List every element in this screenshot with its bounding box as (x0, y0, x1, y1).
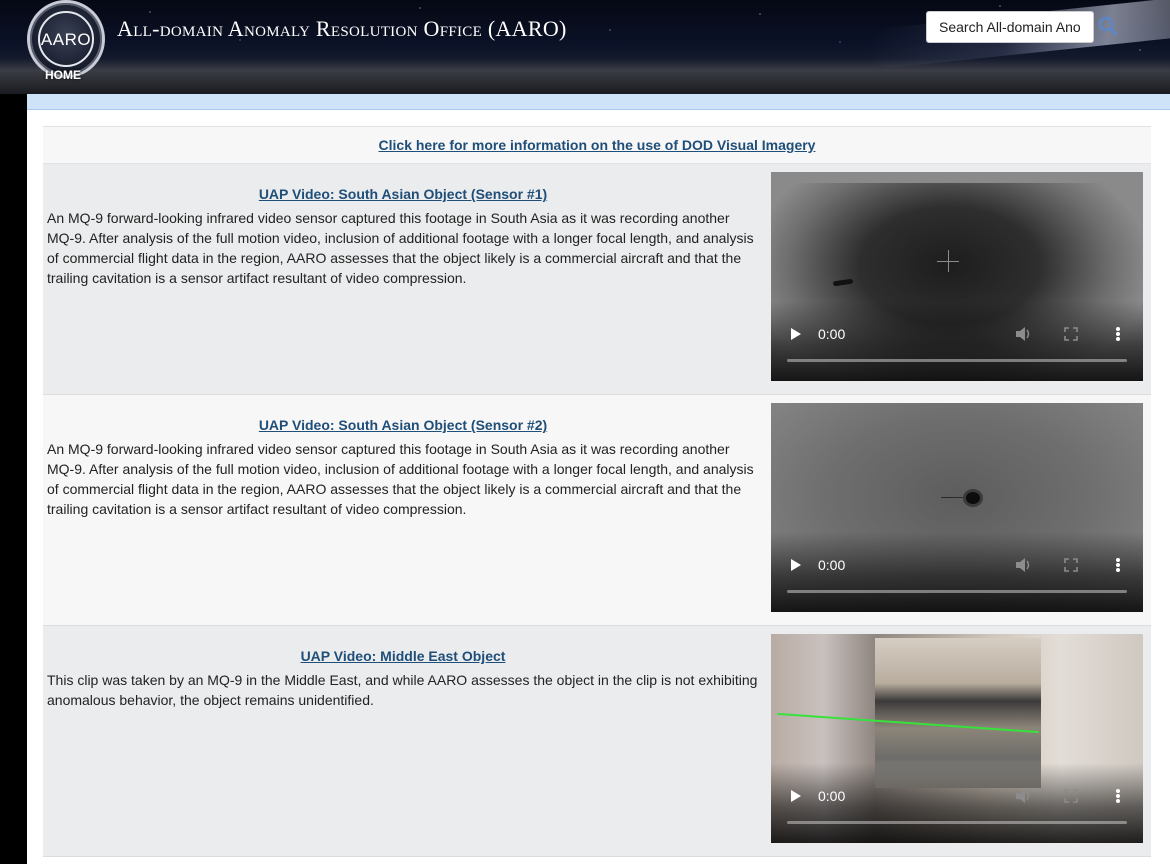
video-description: An MQ-9 forward-looking infrared video s… (47, 210, 754, 286)
video-row-text: UAP Video: South Asian Object (Sensor #1… (47, 164, 759, 288)
video-time: 0:00 (818, 557, 846, 573)
search-icon[interactable] (1098, 16, 1118, 36)
aircraft-blip (832, 278, 854, 287)
play-icon[interactable] (791, 559, 801, 571)
video-player[interactable]: 0:00 (771, 172, 1143, 381)
video-time: 0:00 (818, 788, 846, 804)
video-row: UAP Video: South Asian Object (Sensor #1… (43, 164, 1151, 395)
video-row-text: UAP Video: Middle East Object This clip … (47, 626, 759, 710)
video-title-link[interactable]: UAP Video: Middle East Object (47, 648, 759, 664)
site-header: AARO All-domain Anomaly Resolution Offic… (0, 0, 1170, 94)
video-row-text: UAP Video: South Asian Object (Sensor #2… (47, 395, 759, 519)
fullscreen-icon[interactable] (1064, 327, 1078, 341)
fullscreen-icon[interactable] (1064, 789, 1078, 803)
fullscreen-icon[interactable] (1064, 558, 1078, 572)
video-player[interactable]: 0:00 (771, 403, 1143, 612)
more-options-icon[interactable] (1116, 558, 1120, 572)
info-row: Click here for more information on the u… (43, 126, 1151, 164)
volume-icon[interactable] (1016, 327, 1032, 341)
more-options-icon[interactable] (1116, 327, 1120, 341)
video-description: An MQ-9 forward-looking infrared video s… (47, 441, 754, 517)
video-title-link[interactable]: UAP Video: South Asian Object (Sensor #2… (47, 417, 759, 433)
video-description: This clip was taken by an MQ-9 in the Mi… (47, 672, 758, 708)
seal-icon[interactable]: AARO (27, 0, 105, 78)
site-title[interactable]: All-domain Anomaly Resolution Office (AA… (117, 16, 567, 42)
video-row: UAP Video: South Asian Object (Sensor #2… (43, 395, 1151, 626)
video-controls: 0:00 (771, 763, 1143, 843)
video-controls: 0:00 (771, 301, 1143, 381)
video-time: 0:00 (818, 326, 846, 342)
seal-text: AARO (40, 30, 92, 49)
video-player[interactable]: 0:00 (771, 634, 1143, 843)
nav-home-link[interactable]: HOME (45, 68, 81, 82)
volume-icon[interactable] (1016, 558, 1032, 572)
dod-imagery-info-link[interactable]: Click here for more information on the u… (379, 137, 816, 153)
volume-icon[interactable] (1016, 789, 1032, 803)
play-icon[interactable] (791, 328, 801, 340)
video-progress-bar[interactable] (787, 359, 1127, 362)
main-content: Click here for more information on the u… (27, 94, 1170, 864)
breadcrumb-band (27, 94, 1170, 110)
more-options-icon[interactable] (1116, 789, 1120, 803)
video-progress-bar[interactable] (787, 590, 1127, 593)
video-controls: 0:00 (771, 532, 1143, 612)
video-row: UAP Video: Middle East Object This clip … (43, 626, 1151, 857)
video-progress-bar[interactable] (787, 821, 1127, 824)
crosshair-horizontal (941, 497, 963, 498)
video-title-link[interactable]: UAP Video: South Asian Object (Sensor #1… (47, 186, 759, 202)
object-blob (966, 492, 980, 504)
search-input[interactable] (926, 11, 1094, 43)
play-icon[interactable] (791, 790, 801, 802)
crosshair-vertical (948, 250, 949, 272)
left-gutter (0, 94, 27, 864)
